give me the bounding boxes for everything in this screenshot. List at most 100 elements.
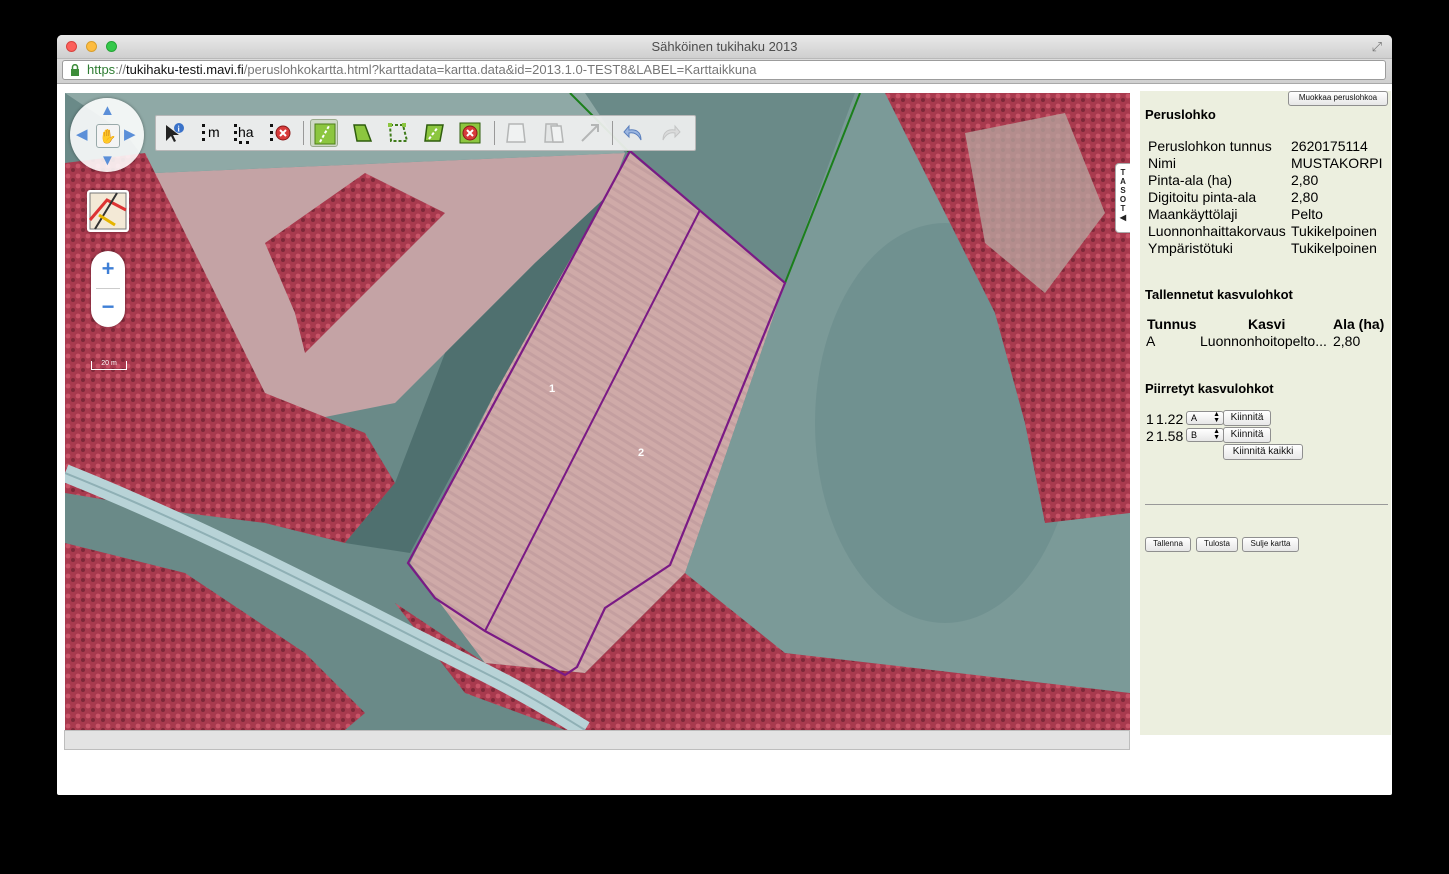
- zoom-out-button[interactable]: −: [91, 289, 125, 325]
- delete-polygon-icon: [459, 122, 481, 144]
- draw-line-tool[interactable]: [310, 119, 338, 147]
- parcel-label-2: 2: [638, 447, 645, 459]
- measure-area-label: ha: [238, 124, 254, 140]
- attr-label: Luonnonhaittakorvaus: [1148, 223, 1286, 239]
- move-vertex-tool: [576, 119, 604, 147]
- close-map-button[interactable]: Sulje kartta: [1242, 537, 1299, 552]
- attr-value: MUSTAKORPI: [1291, 155, 1383, 171]
- edit-polygon-tool[interactable]: [420, 119, 448, 147]
- saved-row-kasvi: Luonnonhoitopelto...: [1200, 333, 1327, 349]
- undo-icon: [623, 124, 642, 141]
- attr-value: Pelto: [1291, 206, 1323, 222]
- measure-area-tool[interactable]: ha: [230, 119, 258, 147]
- parcel-label-1: 1: [549, 383, 556, 395]
- clear-measure-tool[interactable]: [266, 119, 294, 147]
- drawn-row-area: 1.58: [1156, 428, 1184, 444]
- column-header-tunnus: Tunnus: [1147, 316, 1197, 332]
- attr-value: Tukikelpoinen: [1291, 240, 1377, 256]
- map-view[interactable]: 1 2 ▲ ▼ ◀ ▶ ✋ + − 20 m i m ha T A S O T …: [65, 93, 1130, 730]
- attr-label: Pinta-ala (ha): [1148, 172, 1233, 188]
- split-line-icon: [314, 123, 336, 145]
- merge-polygon-icon: [544, 123, 564, 143]
- info-cursor-icon: i: [166, 123, 184, 142]
- dashed-polygon-icon: [388, 123, 409, 142]
- delete-measure-icon: [270, 124, 291, 141]
- column-header-ala: Ala (ha): [1333, 316, 1385, 332]
- hand-icon[interactable]: ✋: [96, 124, 120, 148]
- crop-select[interactable]: A ▲ ▼: [1186, 411, 1224, 425]
- toolbar-separator: [303, 121, 304, 145]
- crop-select[interactable]: B ▲ ▼: [1186, 428, 1224, 442]
- toolbar-separator: [494, 121, 495, 145]
- attach-button[interactable]: Kiinnitä: [1223, 410, 1271, 426]
- fullscreen-icon[interactable]: ⤢: [1372, 39, 1382, 55]
- attr-label: Nimi: [1148, 155, 1176, 171]
- save-button[interactable]: Tallenna: [1145, 537, 1191, 552]
- url-separator: ://: [115, 62, 127, 77]
- polygon-icon: [353, 124, 373, 142]
- attr-value: 2,80: [1291, 189, 1319, 205]
- drawn-row-number: 1: [1146, 411, 1154, 427]
- vertex-move-icon: [581, 124, 599, 142]
- merge-parcel-tool: [540, 119, 568, 147]
- zoom-in-button[interactable]: +: [91, 251, 125, 287]
- url-field[interactable]: https://tukihaku-testi.mavi.fi/peruslohk…: [62, 60, 1386, 80]
- lock-icon: [71, 64, 79, 76]
- parcel-divider: [484, 209, 701, 632]
- layers-tab-label: T A S O T ◀: [1119, 168, 1127, 222]
- draw-dashed-polygon-tool[interactable]: [384, 119, 412, 147]
- pan-right-icon[interactable]: ▶: [124, 127, 136, 142]
- column-header-kasvi: Kasvi: [1248, 316, 1286, 332]
- scale-bar: 20 m: [91, 360, 127, 370]
- pan-up-icon[interactable]: ▲: [100, 103, 115, 118]
- measure-length-label: m: [208, 124, 220, 140]
- basemap-switch-button[interactable]: [87, 190, 129, 232]
- map-status-bar: [64, 730, 1130, 750]
- map-layer-icon: [88, 192, 127, 230]
- draw-polygon-tool[interactable]: [348, 119, 376, 147]
- url-path: /peruslohkokartta.html?karttadata=kartta…: [243, 62, 757, 77]
- pan-left-icon[interactable]: ◀: [76, 127, 88, 142]
- toolbar-separator: [612, 121, 613, 145]
- zoom-control: + −: [91, 251, 125, 327]
- url-host: tukihaku-testi.mavi.fi: [126, 62, 244, 77]
- info-tool[interactable]: i: [160, 119, 188, 147]
- edit-polygon-icon: [424, 124, 444, 142]
- copy-parcel-tool: [502, 119, 530, 147]
- delete-drawing-tool[interactable]: [456, 119, 484, 147]
- peruslohko-heading: Peruslohko: [1145, 107, 1216, 122]
- address-row: https://tukihaku-testi.mavi.fi/peruslohk…: [57, 59, 1392, 84]
- measure-length-tool[interactable]: m: [196, 119, 224, 147]
- map-toolbar: i m ha: [155, 115, 696, 151]
- attr-value: Tukikelpoinen: [1291, 223, 1377, 239]
- saved-crops-heading: Tallennetut kasvulohkot: [1145, 287, 1293, 302]
- browser-window: Sähköinen tukihaku 2013 ⤢ https://tukiha…: [57, 35, 1392, 795]
- drawn-row-area: 1.22: [1156, 411, 1184, 427]
- parcel-info-panel: Muokkaa peruslohkoa Peruslohko Peruslohk…: [1140, 91, 1391, 735]
- drawn-row-number: 2: [1146, 428, 1154, 444]
- select-arrows-icon: ▲ ▼: [1213, 428, 1220, 441]
- crop-select-value: A: [1191, 413, 1198, 423]
- copy-polygon-icon: [506, 123, 526, 143]
- drawn-crops-heading: Piirretyt kasvulohkot: [1145, 381, 1274, 396]
- edit-parcel-button[interactable]: Muokkaa peruslohkoa: [1288, 91, 1388, 106]
- layers-tab[interactable]: T A S O T ◀: [1115, 163, 1130, 233]
- attach-button[interactable]: Kiinnitä: [1223, 427, 1271, 443]
- print-button[interactable]: Tulosta: [1196, 537, 1238, 552]
- undo-button[interactable]: [620, 119, 648, 147]
- crop-select-value: B: [1191, 430, 1198, 440]
- pan-down-icon[interactable]: ▼: [100, 153, 115, 168]
- select-arrows-icon: ▲ ▼: [1213, 411, 1220, 424]
- parcel-layer[interactable]: [65, 93, 1130, 730]
- window-title: Sähköinen tukihaku 2013: [651, 39, 798, 54]
- url-scheme: https: [87, 62, 116, 77]
- redo-button: [656, 119, 684, 147]
- redo-icon: [662, 124, 681, 141]
- attr-value: 2620175114: [1291, 138, 1368, 154]
- attr-label: Peruslohkon tunnus: [1148, 138, 1272, 154]
- attr-label: Ympäristötuki: [1148, 240, 1233, 256]
- title-bar: Sähköinen tukihaku 2013 ⤢: [57, 35, 1392, 59]
- attr-label: Digitoitu pinta-ala: [1148, 189, 1257, 205]
- attr-label: Maankäyttölaji: [1148, 206, 1238, 222]
- attach-all-button[interactable]: Kiinnitä kaikki: [1223, 444, 1303, 460]
